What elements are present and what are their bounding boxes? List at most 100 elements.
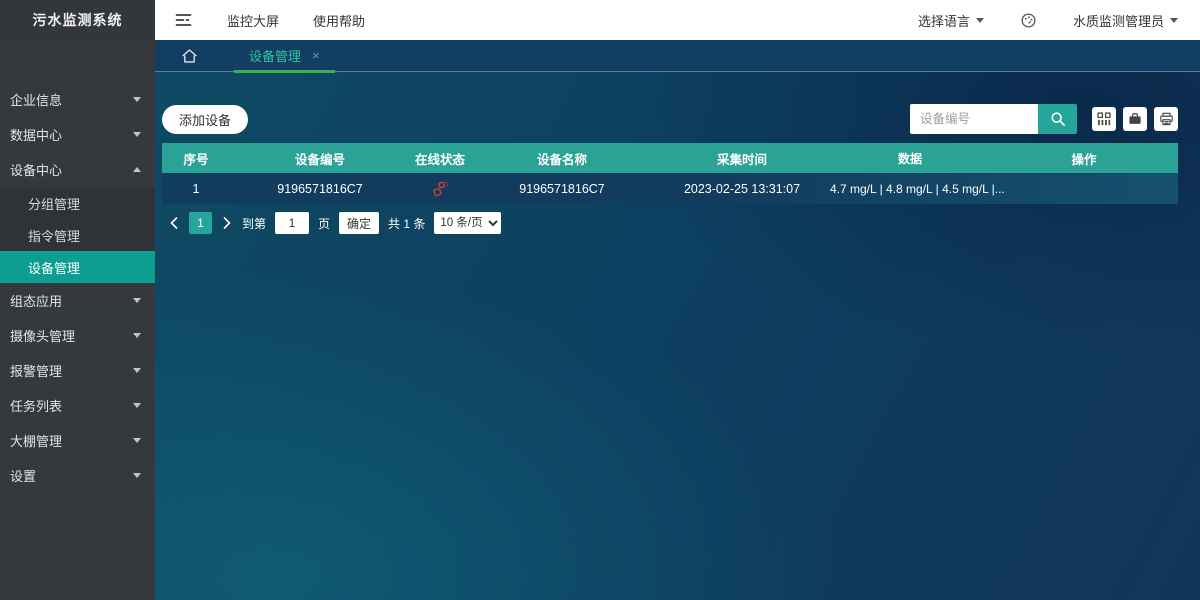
header-index: 序号 — [162, 149, 230, 168]
pagination: 1 到第 页 确定 共 1 条 10 条/页 — [162, 212, 1178, 234]
sidebar-item-label: 任务列表 — [10, 396, 62, 415]
sidebar-menu: 企业信息 数据中心 设备中心 分组管理 指令管理 设备管理 — [0, 40, 155, 493]
chevron-down-icon — [133, 97, 141, 102]
language-dropdown[interactable]: 选择语言 — [918, 11, 984, 30]
app-root: 污水监测系统 企业信息 数据中心 设备中心 分组管理 指令管理 — [0, 0, 1200, 600]
sidebar-item-configuration-app[interactable]: 组态应用 — [0, 283, 155, 318]
sidebar-subitem-label: 指令管理 — [28, 226, 80, 245]
print-button[interactable] — [1154, 107, 1178, 131]
active-tab-underline — [234, 70, 335, 73]
prev-page-button[interactable] — [168, 217, 180, 229]
user-dropdown[interactable]: 水质监测管理员 — [1073, 11, 1178, 30]
print-icon — [1159, 112, 1174, 126]
sidebar-item-greenhouse-management[interactable]: 大棚管理 — [0, 423, 155, 458]
goto-page-suffix: 页 — [318, 215, 330, 232]
home-icon — [181, 48, 198, 64]
header-device-name: 设备名称 — [470, 149, 654, 168]
search-button[interactable] — [1038, 104, 1077, 134]
cell-device-name: 9196571816C7 — [470, 182, 654, 196]
sidebar: 污水监测系统 企业信息 数据中心 设备中心 分组管理 指令管理 — [0, 0, 155, 600]
search-icon — [1050, 111, 1066, 127]
tab-device-management[interactable]: 设备管理 × — [234, 40, 335, 72]
sidebar-item-label: 组态应用 — [10, 291, 62, 310]
header-online-status: 在线状态 — [410, 149, 470, 168]
display-columns-icon — [1097, 112, 1111, 126]
navbar-right: 选择语言 水质监测管理员 — [918, 11, 1178, 30]
sidebar-item-label: 摄像头管理 — [10, 326, 75, 345]
sidebar-item-task-list[interactable]: 任务列表 — [0, 388, 155, 423]
header-data: 数据 — [830, 150, 990, 167]
sidebar-item-alarm-management[interactable]: 报警管理 — [0, 353, 155, 388]
search-area — [910, 104, 1178, 134]
cell-data: 4.7 mg/L | 4.8 mg/L | 4.5 mg/L |... — [830, 182, 1005, 196]
page-number-button[interactable]: 1 — [189, 212, 212, 234]
chevron-down-icon — [133, 132, 141, 137]
sidebar-collapse-button[interactable] — [175, 13, 193, 27]
theme-palette-icon — [1020, 12, 1037, 29]
nav-monitor-screen[interactable]: 监控大屏 — [227, 11, 279, 30]
sidebar-subitem-device-management[interactable]: 设备管理 — [0, 251, 155, 283]
device-center-submenu: 分组管理 指令管理 设备管理 — [0, 187, 155, 283]
tab-close-icon[interactable]: × — [312, 48, 320, 63]
sidebar-item-enterprise-info[interactable]: 企业信息 — [0, 82, 155, 117]
goto-page-input[interactable] — [275, 212, 309, 234]
sidebar-item-device-center[interactable]: 设备中心 — [0, 152, 155, 187]
chevron-down-icon — [133, 368, 141, 373]
app-title: 污水监测系统 — [0, 0, 155, 40]
add-device-button[interactable]: 添加设备 — [162, 105, 248, 134]
sidebar-item-label: 数据中心 — [10, 125, 62, 144]
sidebar-subitem-group-management[interactable]: 分组管理 — [0, 187, 155, 219]
tab-label: 设备管理 — [249, 46, 301, 65]
language-label: 选择语言 — [918, 11, 970, 30]
main-area: 监控大屏 使用帮助 选择语言 — [155, 0, 1200, 600]
sidebar-item-settings[interactable]: 设置 — [0, 458, 155, 493]
top-navbar: 监控大屏 使用帮助 选择语言 — [155, 0, 1200, 40]
chevron-down-icon — [133, 333, 141, 338]
chevron-down-icon — [133, 403, 141, 408]
export-briefcase-icon — [1128, 112, 1142, 126]
sidebar-subitem-label: 设备管理 — [28, 258, 80, 277]
sidebar-item-label: 设置 — [10, 466, 36, 485]
sidebar-item-data-center[interactable]: 数据中心 — [0, 117, 155, 152]
header-operation: 操作 — [990, 149, 1178, 168]
sidebar-item-label: 大棚管理 — [10, 431, 62, 450]
chevron-down-icon — [133, 438, 141, 443]
sidebar-item-label: 报警管理 — [10, 361, 62, 380]
toolbar: 添加设备 — [162, 104, 1178, 134]
device-table: 序号 设备编号 在线状态 设备名称 采集时间 数据 操作 1 919657181… — [162, 143, 1178, 204]
collapse-menu-icon — [175, 13, 193, 27]
header-collect-time: 采集时间 — [654, 149, 830, 168]
offline-status-icon — [431, 180, 449, 198]
next-page-button[interactable] — [221, 217, 233, 229]
page-size-select[interactable]: 10 条/页 — [434, 212, 501, 234]
total-count-label: 共 1 条 — [388, 215, 425, 232]
navbar-left: 监控大屏 使用帮助 — [175, 11, 365, 30]
cell-online-status — [410, 180, 470, 198]
export-button[interactable] — [1123, 107, 1147, 131]
search-input[interactable] — [910, 104, 1038, 134]
theme-palette-button[interactable] — [1020, 12, 1037, 29]
sidebar-subitem-label: 分组管理 — [28, 194, 80, 213]
goto-page-prefix: 到第 — [242, 215, 266, 232]
goto-confirm-button[interactable]: 确定 — [339, 212, 379, 234]
chevron-left-icon — [170, 217, 178, 229]
table-row[interactable]: 1 9196571816C7 9196571816C7 — [162, 173, 1178, 204]
sidebar-item-camera-management[interactable]: 摄像头管理 — [0, 318, 155, 353]
chevron-down-icon — [1170, 18, 1178, 23]
chevron-down-icon — [133, 298, 141, 303]
chevron-down-icon — [133, 473, 141, 478]
nav-help[interactable]: 使用帮助 — [313, 11, 365, 30]
sidebar-subitem-command-management[interactable]: 指令管理 — [0, 219, 155, 251]
cell-collect-time: 2023-02-25 13:31:07 — [654, 182, 830, 196]
sidebar-item-label: 企业信息 — [10, 90, 62, 109]
cell-index: 1 — [162, 182, 230, 196]
display-columns-button[interactable] — [1092, 107, 1116, 131]
chevron-right-icon — [223, 217, 231, 229]
cell-device-id: 9196571816C7 — [230, 182, 410, 196]
chevron-up-icon — [133, 167, 141, 172]
content-area: 添加设备 — [155, 72, 1200, 600]
home-tab-button[interactable] — [181, 48, 198, 64]
sidebar-item-label: 设备中心 — [10, 160, 62, 179]
tab-bar: 设备管理 × — [155, 40, 1200, 72]
table-header-row: 序号 设备编号 在线状态 设备名称 采集时间 数据 操作 — [162, 143, 1178, 173]
